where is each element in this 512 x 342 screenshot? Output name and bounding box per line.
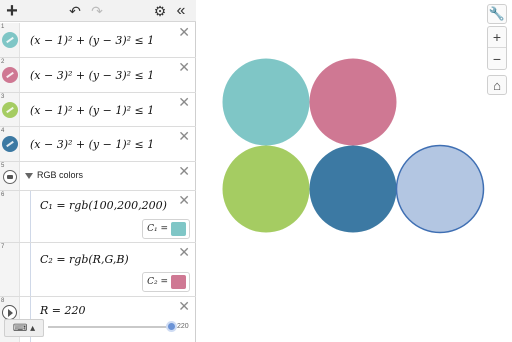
slider-max-label: 220 bbox=[177, 323, 189, 330]
redo-icon[interactable]: ↷ bbox=[88, 0, 106, 22]
expression-row-4[interactable]: 4 (x − 3)² + (y − 1)² ≤ 1 ✕ bbox=[0, 127, 196, 162]
zoom-controls: + − bbox=[487, 26, 507, 70]
graph-region-3[interactable] bbox=[222, 145, 310, 233]
close-icon[interactable]: ✕ bbox=[178, 95, 190, 109]
color-swatch bbox=[171, 275, 186, 289]
expression-math[interactable]: C₁ = rgb(100,200,200) bbox=[40, 199, 167, 212]
expression-index: 6 bbox=[1, 192, 5, 198]
color-swatch bbox=[171, 222, 186, 236]
expression-index: 3 bbox=[1, 94, 5, 100]
color-toggle-icon[interactable] bbox=[2, 32, 18, 48]
expression-list: + ↶ ↷ ⚙ « 1 (x − 1)² + (y − 3)² ≤ 1 ✕ 2 … bbox=[0, 0, 196, 342]
close-icon[interactable]: ✕ bbox=[178, 129, 190, 143]
collapse-list-icon[interactable]: « bbox=[172, 0, 190, 22]
graph-region-1[interactable] bbox=[222, 58, 310, 146]
add-expression-button[interactable]: + bbox=[2, 0, 22, 22]
graph-canvas[interactable] bbox=[197, 0, 512, 342]
slider-track[interactable] bbox=[48, 326, 172, 328]
graph-region-2[interactable] bbox=[309, 58, 397, 146]
expression-row-1[interactable]: 1 (x − 1)² + (y − 3)² ≤ 1 ✕ bbox=[0, 23, 196, 58]
gear-icon[interactable]: ⚙ bbox=[151, 0, 169, 22]
close-icon[interactable]: ✕ bbox=[178, 193, 190, 207]
folder-title[interactable]: RGB colors bbox=[37, 170, 83, 180]
color-toggle-icon[interactable] bbox=[2, 67, 18, 83]
expression-index: 1 bbox=[1, 24, 5, 30]
folder-indent-line bbox=[30, 243, 31, 296]
chevron-down-icon[interactable] bbox=[25, 173, 33, 179]
close-icon[interactable]: ✕ bbox=[178, 299, 190, 313]
zoom-out-button[interactable]: − bbox=[488, 48, 506, 69]
expression-index: 7 bbox=[1, 244, 5, 250]
undo-icon[interactable]: ↶ bbox=[66, 0, 84, 22]
color-result: C₁ = bbox=[142, 219, 190, 239]
expression-gutter: 4 bbox=[0, 127, 20, 161]
expression-index: 2 bbox=[1, 59, 5, 65]
color-toggle-icon[interactable] bbox=[2, 136, 18, 152]
close-icon[interactable]: ✕ bbox=[178, 60, 190, 74]
expression-index: 5 bbox=[1, 163, 5, 169]
expression-gutter: 3 bbox=[0, 93, 20, 126]
close-icon[interactable]: ✕ bbox=[178, 25, 190, 39]
expression-row-3[interactable]: 3 (x − 1)² + (y − 1)² ≤ 1 ✕ bbox=[0, 93, 196, 127]
color-toggle-icon[interactable] bbox=[2, 102, 18, 118]
graph-region-4[interactable] bbox=[309, 145, 397, 233]
close-icon[interactable]: ✕ bbox=[178, 164, 190, 178]
expression-math[interactable]: (x − 3)² + (y − 1)² ≤ 1 bbox=[30, 138, 154, 151]
expression-math[interactable]: R = 220 bbox=[40, 304, 86, 317]
expression-math[interactable]: (x − 3)² + (y − 3)² ≤ 1 bbox=[30, 69, 154, 82]
expression-math[interactable]: (x − 1)² + (y − 1)² ≤ 1 bbox=[30, 104, 154, 117]
expression-gutter: 2 bbox=[0, 58, 20, 92]
expression-math[interactable]: (x − 1)² + (y − 3)² ≤ 1 bbox=[30, 34, 154, 47]
color-result: C₂ = bbox=[142, 272, 190, 292]
expression-gutter: 7 bbox=[0, 243, 20, 296]
expression-index: 8 bbox=[1, 298, 5, 304]
expression-gutter: 6 bbox=[0, 191, 20, 242]
zoom-in-button[interactable]: + bbox=[488, 27, 506, 48]
expression-gutter: 5 bbox=[0, 162, 20, 190]
color-definition-row-2[interactable]: 7 C₂ = rgb(R,G,B) ✕ C₂ = bbox=[0, 243, 196, 297]
slider-handle[interactable] bbox=[166, 321, 177, 332]
close-icon[interactable]: ✕ bbox=[178, 245, 190, 259]
folder-row[interactable]: 5 RGB colors ✕ bbox=[0, 162, 196, 191]
home-icon[interactable]: ⌂ bbox=[487, 75, 507, 95]
folder-indent-line bbox=[30, 191, 31, 242]
graph-region-5[interactable] bbox=[395, 144, 485, 234]
folder-icon[interactable] bbox=[3, 170, 17, 184]
keyboard-toggle-button[interactable]: ⌨ ▴ bbox=[4, 319, 44, 337]
color-definition-row-1[interactable]: 6 C₁ = rgb(100,200,200) ✕ C₁ = bbox=[0, 191, 196, 243]
expression-gutter: 1 bbox=[0, 23, 20, 57]
play-icon[interactable] bbox=[2, 305, 17, 320]
result-label: C₂ = bbox=[147, 277, 168, 287]
expression-math[interactable]: C₂ = rgb(R,G,B) bbox=[40, 253, 129, 266]
expression-index: 4 bbox=[1, 128, 5, 134]
expression-row-2[interactable]: 2 (x − 3)² + (y − 3)² ≤ 1 ✕ bbox=[0, 58, 196, 93]
result-label: C₁ = bbox=[147, 224, 168, 234]
wrench-icon[interactable]: 🔧 bbox=[487, 4, 507, 24]
expression-toolbar: + ↶ ↷ ⚙ « bbox=[0, 0, 196, 22]
